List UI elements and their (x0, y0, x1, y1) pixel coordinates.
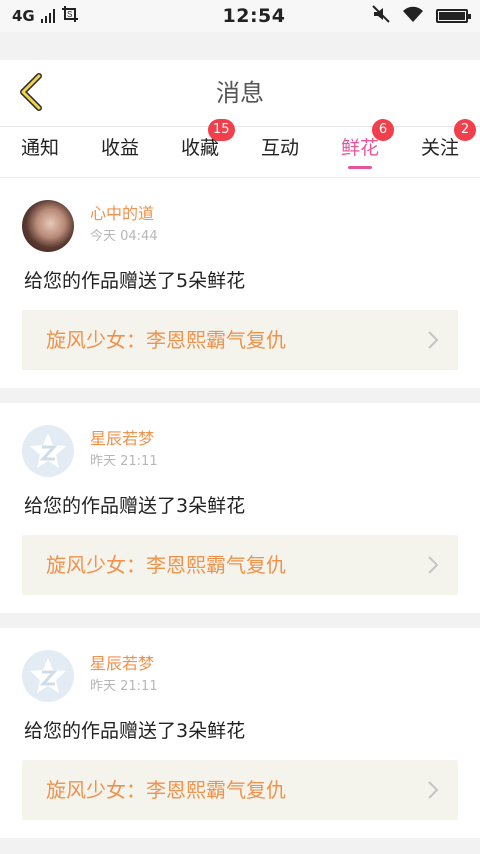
sender-name[interactable]: 心中的道 (90, 200, 154, 224)
default-avatar-icon (30, 658, 66, 693)
mute-icon (372, 5, 390, 27)
header: 消息 (0, 60, 480, 127)
chevron-right-icon (428, 556, 439, 574)
message-text: 给您的作品赠送了3朵鲜花 (24, 495, 246, 517)
tab-follow[interactable]: 关注 2 (400, 119, 480, 177)
message-card: 星辰若梦 昨天 21:11 给您的作品赠送了3朵鲜花 旋风少女：李恩熙霸气复仇 (0, 628, 480, 838)
page-title: 消息 (216, 79, 264, 107)
battery-icon (436, 9, 471, 23)
signal-icon (40, 9, 55, 23)
work-link[interactable]: 旋风少女：李恩熙霸气复仇 (22, 760, 458, 820)
work-link[interactable]: 旋风少女：李恩熙霸气复仇 (22, 310, 458, 370)
screenshot-icon: S (61, 5, 79, 27)
message-time: 昨天 21:11 (90, 454, 158, 469)
message-text: 给您的作品赠送了5朵鲜花 (24, 270, 246, 292)
message-time: 昨天 21:11 (90, 679, 158, 694)
svg-text:S: S (67, 10, 72, 19)
work-title: 旋风少女：李恩熙霸气复仇 (46, 553, 286, 577)
default-avatar-icon (30, 433, 66, 468)
tab-flowers[interactable]: 鲜花 6 (320, 119, 400, 177)
flowers-badge: 6 (372, 119, 394, 141)
tab-label: 收益 (100, 137, 139, 159)
tab-interact[interactable]: 互动 (240, 127, 320, 177)
work-link[interactable]: 旋风少女：李恩熙霸气复仇 (22, 535, 458, 595)
wifi-icon (402, 5, 424, 27)
tab-bar: 通知 收益 收藏 15 互动 鲜花 6 关注 2 (0, 119, 480, 178)
follow-badge: 2 (454, 119, 476, 141)
tab-label: 鲜花 (340, 137, 379, 159)
message-card: 星辰若梦 昨天 21:11 给您的作品赠送了3朵鲜花 旋风少女：李恩熙霸气复仇 (0, 403, 480, 613)
tab-earnings[interactable]: 收益 (80, 127, 160, 177)
status-left: 4G S (12, 5, 172, 27)
tab-notify[interactable]: 通知 (0, 127, 80, 177)
message-time: 今天 04:44 (90, 229, 158, 244)
tab-label: 通知 (20, 137, 59, 159)
status-bar: 4G S 12:54 (0, 0, 480, 32)
sender-name[interactable]: 星辰若梦 (90, 425, 154, 449)
avatar[interactable] (22, 425, 74, 477)
chevron-right-icon (428, 781, 439, 799)
message-text: 给您的作品赠送了3朵鲜花 (24, 720, 246, 742)
carrier-label: 4G (12, 7, 35, 25)
status-right (372, 5, 471, 27)
chevron-right-icon (428, 331, 439, 349)
message-card: 心中的道 今天 04:44 给您的作品赠送了5朵鲜花 旋风少女：李恩熙霸气复仇 (0, 178, 480, 388)
work-title: 旋风少女：李恩熙霸气复仇 (46, 328, 286, 352)
tab-label: 关注 (420, 137, 459, 159)
tab-favorites[interactable]: 收藏 15 (160, 119, 240, 177)
avatar[interactable] (22, 200, 74, 252)
work-title: 旋风少女：李恩熙霸气复仇 (46, 778, 286, 802)
active-tab-indicator (348, 166, 372, 169)
tab-label: 互动 (260, 137, 299, 159)
tab-label: 收藏 (180, 137, 219, 159)
favorites-badge: 15 (208, 119, 235, 141)
avatar[interactable] (22, 650, 74, 702)
clock: 12:54 (222, 5, 286, 27)
sender-name[interactable]: 星辰若梦 (90, 650, 154, 674)
